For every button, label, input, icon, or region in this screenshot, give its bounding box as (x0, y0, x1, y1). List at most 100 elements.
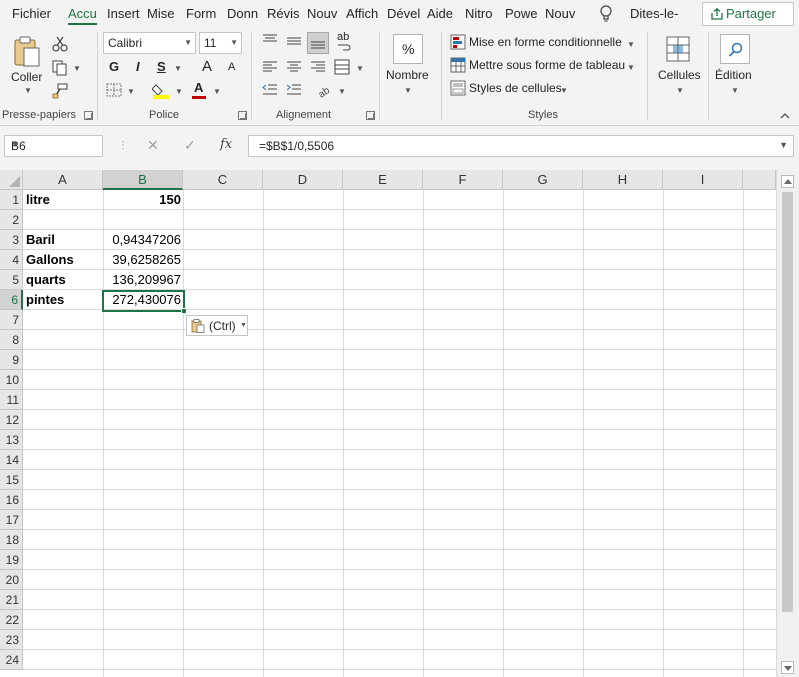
cell-b1[interactable]: 150 (104, 190, 181, 210)
decrease-indent-icon[interactable] (262, 83, 278, 97)
row-header-15[interactable]: 15 (0, 470, 23, 490)
cell-styles-button[interactable]: Styles de cellules (469, 81, 562, 95)
column-header-a[interactable]: A (23, 170, 103, 190)
wrap-text-button[interactable]: ab (337, 32, 349, 43)
row-header-17[interactable]: 17 (0, 510, 23, 530)
font-name-select[interactable]: Calibri ▼ (103, 32, 196, 54)
formula-input[interactable]: =$B$1/0,5506 ▼ (248, 135, 794, 157)
align-middle-icon[interactable] (286, 37, 302, 49)
paste-options-button[interactable]: (Ctrl) ▼ (186, 315, 248, 336)
editing-button[interactable]: Édition ▼ (712, 32, 760, 104)
tab-nitro[interactable]: Nitro (465, 6, 492, 21)
fill-handle[interactable] (181, 308, 187, 314)
column-header-j-partial[interactable] (743, 170, 776, 190)
increase-indent-icon[interactable] (286, 83, 302, 97)
orientation-icon[interactable]: ab (316, 82, 332, 98)
clipboard-launcher-icon[interactable] (84, 111, 93, 120)
column-header-g[interactable]: G (503, 170, 583, 190)
tell-me-input[interactable]: Dites-le- (630, 6, 678, 21)
align-right-icon[interactable] (310, 61, 326, 73)
grow-font-button[interactable]: A (202, 58, 212, 75)
column-header-c[interactable]: C (183, 170, 263, 190)
row-header-2[interactable]: 2 (0, 210, 23, 230)
formula-bar-grip-icon[interactable]: ⋮ (118, 140, 128, 151)
name-box[interactable]: B6 ▼ (4, 135, 103, 157)
format-as-table-button[interactable]: Mettre sous forme de tableau (469, 58, 625, 72)
tab-power[interactable]: Powe (505, 6, 538, 21)
row-header-13[interactable]: 13 (0, 430, 23, 450)
row-header-23[interactable]: 23 (0, 630, 23, 650)
font-launcher-icon[interactable] (238, 111, 247, 120)
row-header-12[interactable]: 12 (0, 410, 23, 430)
row-header-21[interactable]: 21 (0, 590, 23, 610)
tab-donnees[interactable]: Donn (227, 6, 258, 21)
number-format-button[interactable]: % Nombre ▼ (384, 32, 434, 104)
select-all-button[interactable] (0, 170, 23, 190)
cell-a1[interactable]: litre (26, 190, 50, 210)
cell-a5[interactable]: quarts (26, 270, 66, 290)
alignment-launcher-icon[interactable] (366, 111, 375, 120)
collapse-ribbon-icon[interactable] (780, 112, 790, 120)
merge-center-icon[interactable] (334, 59, 350, 75)
row-header-6[interactable]: 6 (0, 290, 23, 310)
cut-icon[interactable] (52, 36, 68, 52)
fill-color-dropdown-icon[interactable]: ▼ (175, 87, 183, 96)
tab-nouveau-1[interactable]: Nouv (307, 6, 337, 21)
tab-formules[interactable]: Form (186, 6, 216, 21)
borders-icon[interactable] (106, 83, 122, 97)
row-header-14[interactable]: 14 (0, 450, 23, 470)
insert-function-button[interactable]: fx (220, 137, 232, 152)
tab-nouveau-2[interactable]: Nouv (545, 6, 575, 21)
cell-b4[interactable]: 39,6258265 (104, 250, 181, 270)
vertical-scrollbar[interactable] (776, 170, 799, 677)
expand-formula-icon[interactable]: ▼ (779, 140, 788, 150)
paste-button[interactable]: Coller ▼ (8, 34, 46, 95)
font-color-button[interactable]: A (194, 80, 203, 95)
tab-accueil[interactable]: Accu (68, 6, 97, 25)
cell-a6[interactable]: pintes (26, 290, 64, 310)
cell-b5[interactable]: 136,209967 (104, 270, 181, 290)
row-header-19[interactable]: 19 (0, 550, 23, 570)
merge-dropdown-icon[interactable]: ▼ (356, 64, 364, 73)
row-header-24[interactable]: 24 (0, 650, 23, 670)
tab-revision[interactable]: Révis (267, 6, 300, 21)
cancel-icon[interactable]: ✕ (147, 137, 159, 154)
shrink-font-button[interactable]: A (228, 61, 235, 73)
copy-icon[interactable] (52, 60, 68, 76)
scroll-thumb[interactable] (782, 192, 793, 612)
underline-button[interactable]: S (157, 59, 166, 74)
align-left-icon[interactable] (262, 61, 278, 73)
align-bottom-button[interactable] (307, 32, 329, 54)
row-header-7[interactable]: 7 (0, 310, 23, 330)
row-header-10[interactable]: 10 (0, 370, 23, 390)
row-header-4[interactable]: 4 (0, 250, 23, 270)
cells-button[interactable]: Cellules ▼ (654, 32, 704, 104)
conditional-format-button[interactable]: Mise en forme conditionnelle (469, 35, 622, 49)
row-header-5[interactable]: 5 (0, 270, 23, 290)
font-size-select[interactable]: 11 ▼ (199, 32, 242, 54)
align-center-icon[interactable] (286, 61, 302, 73)
scroll-up-icon[interactable] (781, 175, 794, 188)
borders-dropdown-icon[interactable]: ▼ (127, 87, 135, 96)
row-header-11[interactable]: 11 (0, 390, 23, 410)
row-header-22[interactable]: 22 (0, 610, 23, 630)
fill-color-icon[interactable] (152, 81, 170, 99)
share-button[interactable]: Partager (702, 2, 794, 26)
cell-a3[interactable]: Baril (26, 230, 55, 250)
row-header-16[interactable]: 16 (0, 490, 23, 510)
column-header-h[interactable]: H (583, 170, 663, 190)
font-color-dropdown-icon[interactable]: ▼ (213, 87, 221, 96)
spreadsheet-grid[interactable]: A B C D E F G H I 1 2 3 4 5 6 7 8 9 10 11 12 13 14 15 1… (0, 170, 799, 677)
scroll-down-icon[interactable] (781, 661, 794, 674)
format-painter-icon[interactable] (52, 83, 68, 99)
row-header-1[interactable]: 1 (0, 190, 23, 210)
copy-dropdown-icon[interactable]: ▼ (73, 64, 81, 73)
cell-a4[interactable]: Gallons (26, 250, 74, 270)
column-header-f[interactable]: F (423, 170, 503, 190)
italic-button[interactable]: I (136, 59, 140, 74)
tab-fichier[interactable]: Fichier (12, 6, 51, 21)
underline-dropdown-icon[interactable]: ▼ (174, 64, 182, 73)
row-header-18[interactable]: 18 (0, 530, 23, 550)
row-header-3[interactable]: 3 (0, 230, 23, 250)
row-header-9[interactable]: 9 (0, 350, 23, 370)
